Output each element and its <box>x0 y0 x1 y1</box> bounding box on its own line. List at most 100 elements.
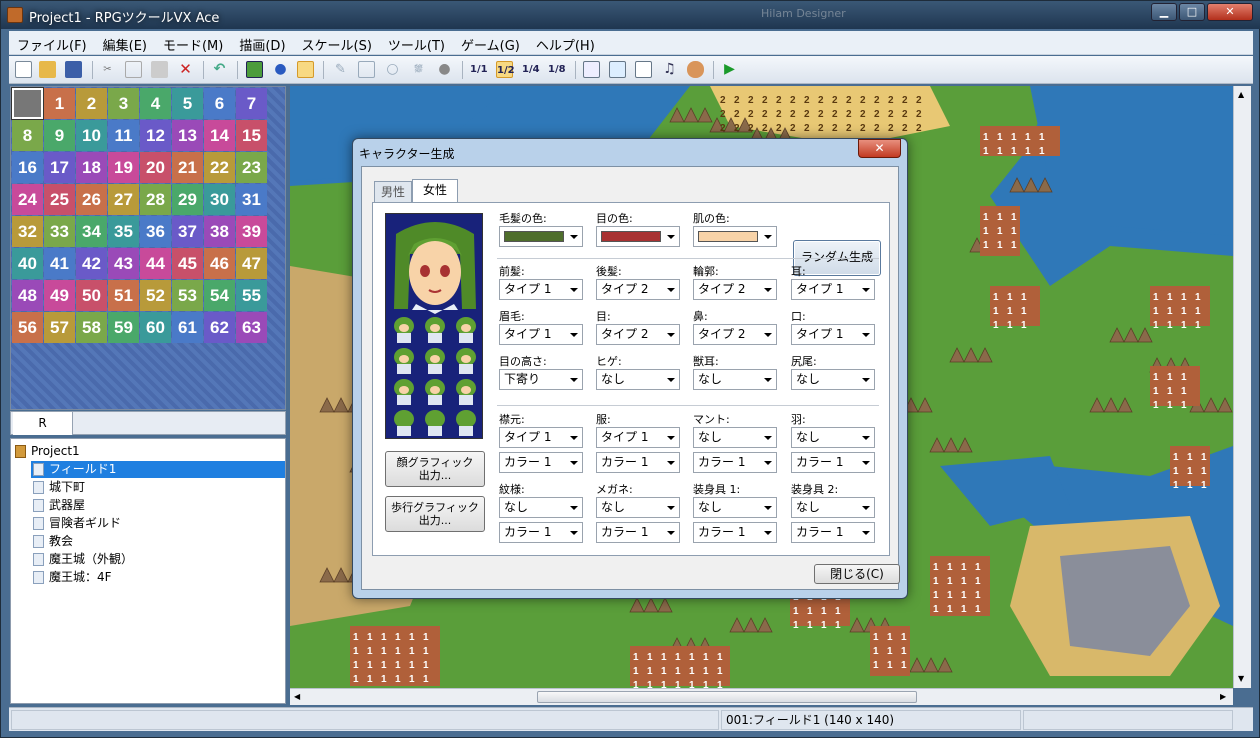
palette-tile[interactable]: 18 <box>76 152 107 183</box>
skin-color-select[interactable] <box>693 226 777 247</box>
palette-tile[interactable]: 7 <box>236 88 267 119</box>
dialog-close-button[interactable]: ✕ <box>858 139 901 158</box>
scale-1-8-icon[interactable]: 1/8 <box>548 61 566 78</box>
palette-tile[interactable]: 16 <box>12 152 43 183</box>
glasses-type-select[interactable]: なし <box>596 497 680 518</box>
wings-type-select[interactable]: なし <box>791 427 875 448</box>
palette-tile[interactable]: 23 <box>236 152 267 183</box>
palette-tile-empty[interactable] <box>11 87 44 120</box>
sound-test-icon[interactable]: ♫ <box>661 61 678 78</box>
palette-tile[interactable]: 37 <box>172 216 203 247</box>
palette-tile[interactable]: 40 <box>12 248 43 279</box>
palette-tile[interactable]: 31 <box>236 184 267 215</box>
tail-select[interactable]: なし <box>791 369 875 390</box>
palette-tile[interactable]: 21 <box>172 152 203 183</box>
palette-tile[interactable]: 24 <box>12 184 43 215</box>
pattern-color-select[interactable]: カラー 1 <box>499 522 583 543</box>
palette-tile[interactable]: 30 <box>204 184 235 215</box>
tab-female[interactable]: 女性 <box>412 179 458 203</box>
palette-tile[interactable]: 58 <box>76 312 107 343</box>
eye-color-select[interactable] <box>596 226 680 247</box>
scale-1-1-icon[interactable]: 1/1 <box>470 61 488 78</box>
save-icon[interactable] <box>65 61 82 78</box>
maximize-button[interactable]: □ <box>1179 3 1205 21</box>
palette-tile[interactable]: 51 <box>108 280 139 311</box>
face-graphic-output-button[interactable]: 顔グラフィック 出力... <box>385 451 485 487</box>
palette-tile[interactable]: 19 <box>108 152 139 183</box>
copy-icon[interactable] <box>125 61 142 78</box>
palette-tile[interactable]: 14 <box>204 120 235 151</box>
palette-tile[interactable]: 13 <box>172 120 203 151</box>
scroll-down-icon[interactable]: ▼ <box>1238 674 1244 683</box>
palette-tile[interactable]: 4 <box>140 88 171 119</box>
eyes-select[interactable]: タイプ 2 <box>596 324 680 345</box>
scroll-left-icon[interactable]: ◀ <box>294 692 300 701</box>
hair-color-select[interactable] <box>499 226 583 247</box>
palette-tile[interactable]: 2 <box>76 88 107 119</box>
palette-tile[interactable]: 53 <box>172 280 203 311</box>
region-mode-icon[interactable] <box>297 61 314 78</box>
palette-tile[interactable]: 34 <box>76 216 107 247</box>
tree-map-item[interactable]: 魔王城：4F <box>31 569 285 586</box>
palette-tile[interactable]: 60 <box>140 312 171 343</box>
collar-color-select[interactable]: カラー 1 <box>499 452 583 473</box>
tree-map-item[interactable]: 冒険者ギルド <box>31 515 285 532</box>
nose-select[interactable]: タイプ 2 <box>693 324 777 345</box>
outline-select[interactable]: タイプ 2 <box>693 279 777 300</box>
eyebrows-select[interactable]: タイプ 1 <box>499 324 583 345</box>
menu-mode[interactable]: モード(M) <box>155 31 231 54</box>
palette-tile[interactable]: 43 <box>108 248 139 279</box>
tab-male[interactable]: 男性 <box>374 181 412 202</box>
minimize-button[interactable]: ▁ <box>1151 3 1177 21</box>
tree-map-item[interactable]: フィールド1 <box>31 461 285 478</box>
rear-hair-select[interactable]: タイプ 2 <box>596 279 680 300</box>
script-editor-icon[interactable] <box>635 61 652 78</box>
palette-tile[interactable]: 8 <box>12 120 43 151</box>
mouth-select[interactable]: タイプ 1 <box>791 324 875 345</box>
tree-map-item[interactable]: 城下町 <box>31 479 285 496</box>
palette-tile[interactable]: 10 <box>76 120 107 151</box>
menu-scale[interactable]: スケール(S) <box>294 31 380 54</box>
window-close-button[interactable]: ✕ <box>1207 3 1253 21</box>
scroll-right-icon[interactable]: ▶ <box>1220 692 1226 701</box>
pencil-icon[interactable]: ✎ <box>332 61 349 78</box>
menu-edit[interactable]: 編集(E) <box>95 31 155 54</box>
palette-tile[interactable]: 15 <box>236 120 267 151</box>
palette-tile[interactable]: 36 <box>140 216 171 247</box>
accessory2-type-select[interactable]: なし <box>791 497 875 518</box>
eye-height-select[interactable]: 下寄り <box>499 369 583 390</box>
scale-1-2-icon[interactable]: 1/2 <box>496 61 515 78</box>
accessory1-type-select[interactable]: なし <box>693 497 777 518</box>
palette-tile[interactable]: 52 <box>140 280 171 311</box>
ellipse-icon[interactable]: ○ <box>384 61 401 78</box>
palette-tile[interactable]: 27 <box>108 184 139 215</box>
palette-tile[interactable]: 56 <box>12 312 43 343</box>
new-icon[interactable] <box>15 61 32 78</box>
palette-tile[interactable]: 11 <box>108 120 139 151</box>
palette-tile[interactable]: 5 <box>172 88 203 119</box>
tree-map-item[interactable]: 魔王城（外観） <box>31 551 285 568</box>
undo-icon[interactable]: ↶ <box>211 61 228 78</box>
palette-tile[interactable]: 20 <box>140 152 171 183</box>
palette-tile[interactable]: 45 <box>172 248 203 279</box>
palette-tile[interactable]: 12 <box>140 120 171 151</box>
palette-tile[interactable]: 46 <box>204 248 235 279</box>
accessory1-color-select[interactable]: カラー 1 <box>693 522 777 543</box>
tree-map-item[interactable]: 教会 <box>31 533 285 550</box>
palette-tile[interactable]: 49 <box>44 280 75 311</box>
tree-map-item[interactable]: 武器屋 <box>31 497 285 514</box>
palette-tile[interactable]: 41 <box>44 248 75 279</box>
menu-tools[interactable]: ツール(T) <box>380 31 453 54</box>
palette-tile[interactable]: 25 <box>44 184 75 215</box>
pattern-type-select[interactable]: なし <box>499 497 583 518</box>
paste-icon[interactable] <box>151 61 168 78</box>
cloak-color-select[interactable]: カラー 1 <box>693 452 777 473</box>
vertical-scrollbar[interactable]: ▲ ▼ <box>1233 86 1251 688</box>
palette-tile[interactable]: 26 <box>76 184 107 215</box>
glasses-color-select[interactable]: カラー 1 <box>596 522 680 543</box>
palette-tile[interactable]: 39 <box>236 216 267 247</box>
clothes-color-select[interactable]: カラー 1 <box>596 452 680 473</box>
collar-type-select[interactable]: タイプ 1 <box>499 427 583 448</box>
horizontal-scrollbar[interactable]: ◀ ▶ <box>290 688 1233 705</box>
palette-tile[interactable]: 47 <box>236 248 267 279</box>
